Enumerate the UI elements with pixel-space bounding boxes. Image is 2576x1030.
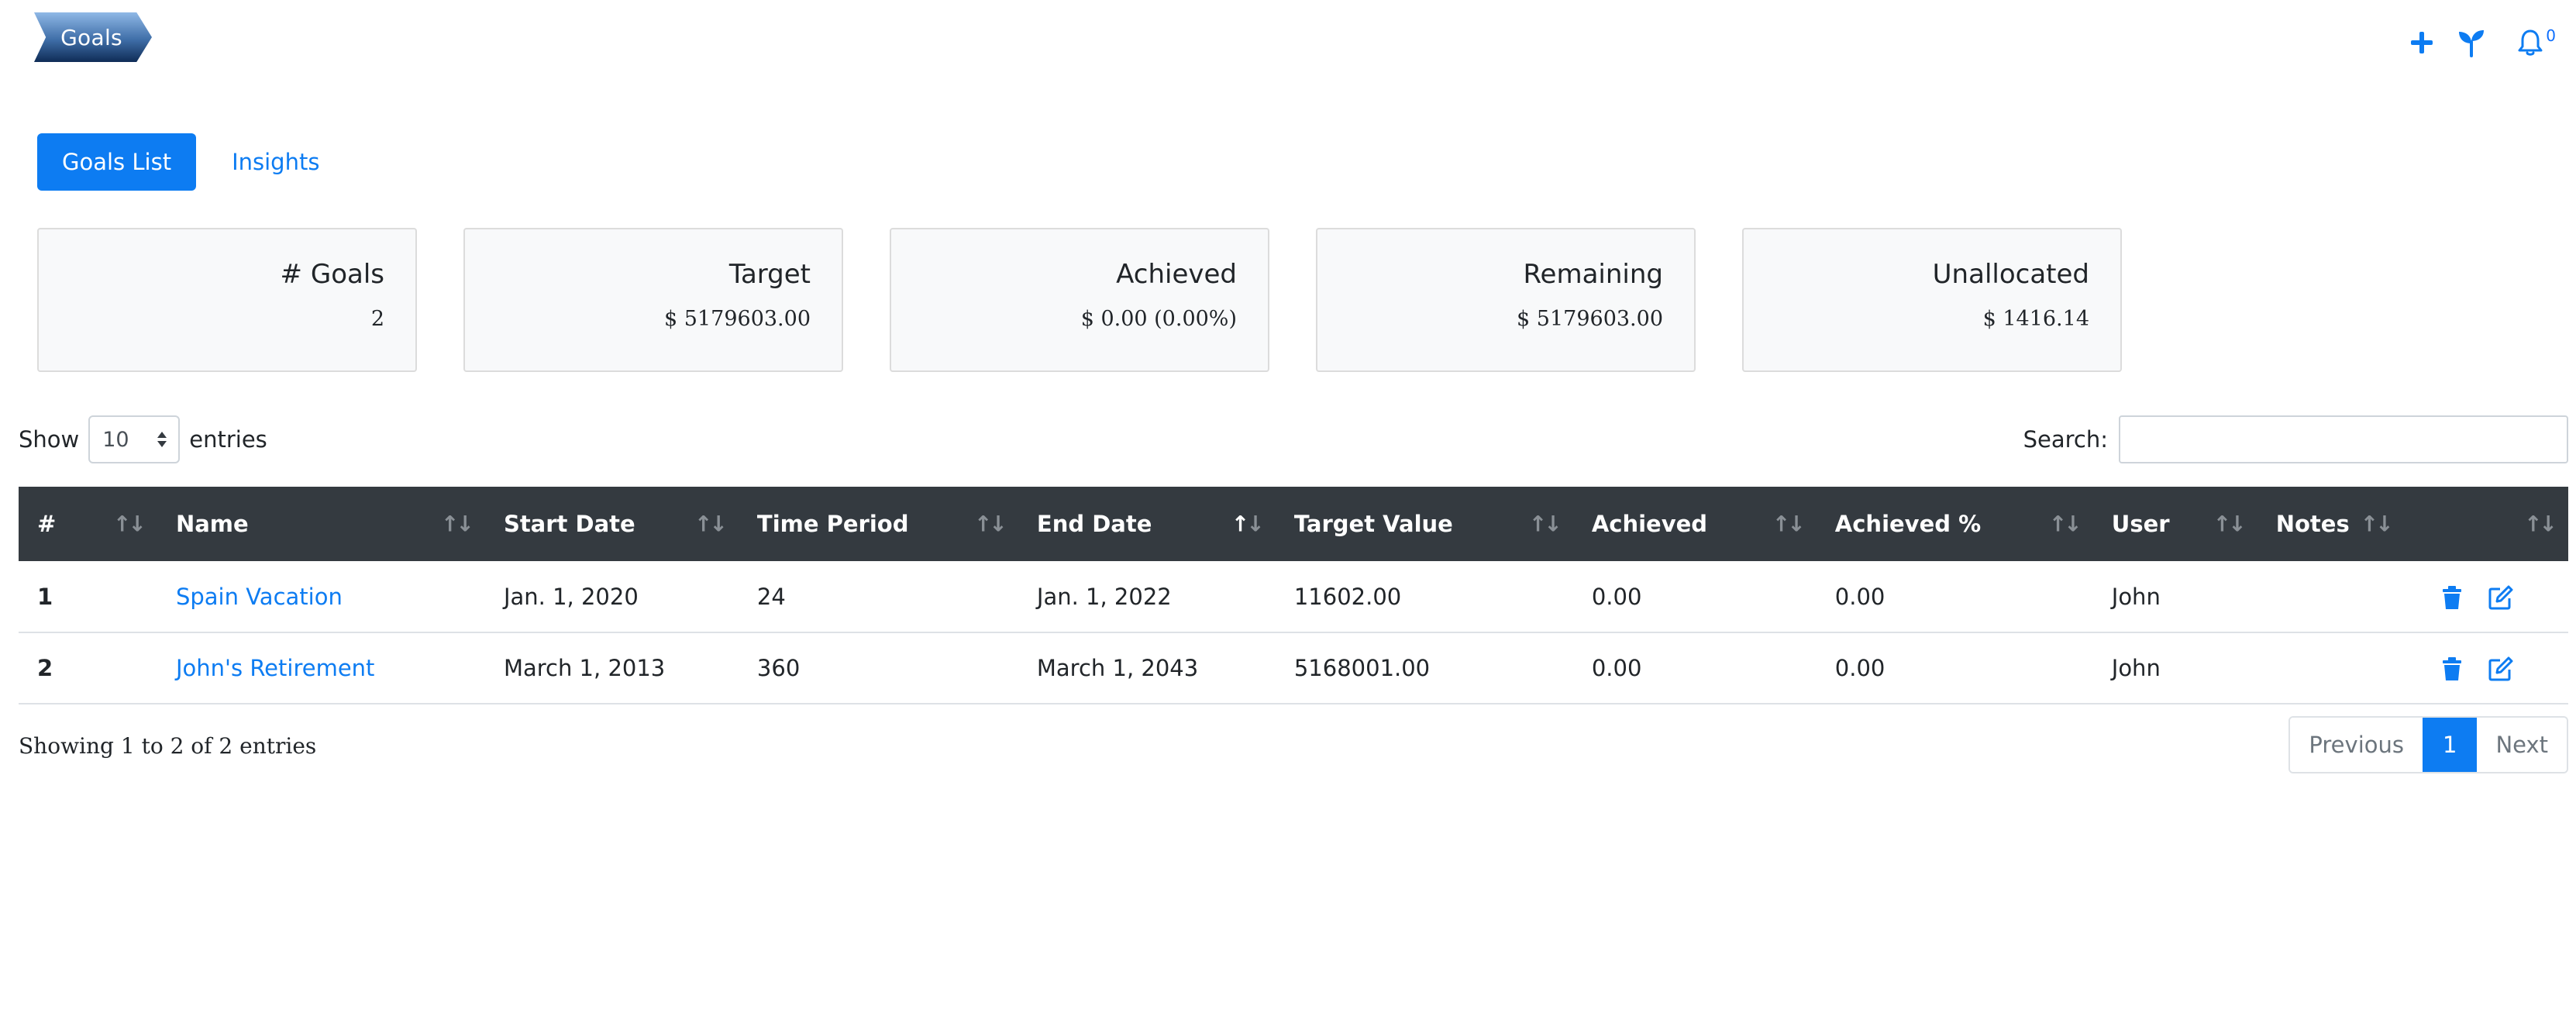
cell-actions bbox=[2405, 632, 2568, 704]
column-header-start-date[interactable]: Start Date ↑↓ bbox=[485, 487, 739, 561]
cell-achieved-pct: 0.00 bbox=[1834, 655, 1886, 681]
tab-insights[interactable]: Insights bbox=[207, 133, 344, 191]
sort-icon: ↑↓ bbox=[2048, 511, 2082, 537]
plus-icon[interactable] bbox=[2407, 28, 2437, 57]
cell-end-date: March 1, 2043 bbox=[1036, 655, 1199, 681]
show-label: Show bbox=[19, 426, 80, 453]
stat-card-target: Target $ 5179603.00 bbox=[463, 228, 843, 372]
sort-icon: ↑↓ bbox=[694, 511, 728, 537]
goals-table-wrapper: # ↑↓ Name ↑↓ Start Date ↑↓ Time Period ↑↓ En… bbox=[19, 487, 2568, 704]
stat-card-value: $ 1416.14 bbox=[1982, 307, 2089, 331]
cell-notes bbox=[2257, 632, 2405, 704]
page-title: Goals bbox=[34, 12, 152, 62]
table-info: Showing 1 to 2 of 2 entries bbox=[19, 733, 317, 759]
cell-name: John's Retirement bbox=[157, 632, 485, 704]
column-header-user[interactable]: User ↑↓ bbox=[2093, 487, 2257, 561]
header-actions: 0 bbox=[2407, 26, 2556, 57]
pagination: Previous 1 Next bbox=[2288, 716, 2568, 773]
next-page-button[interactable]: Next bbox=[2477, 718, 2567, 772]
stat-card-value: $ 5179603.00 bbox=[664, 307, 811, 331]
trash-icon[interactable] bbox=[2439, 656, 2465, 682]
page-length-control: Show 10 entries bbox=[19, 415, 267, 463]
page-button-current[interactable]: 1 bbox=[2422, 718, 2478, 772]
cell-target-value: 5168001.00 bbox=[1293, 655, 1431, 681]
column-header-time-period[interactable]: Time Period ↑↓ bbox=[739, 487, 1018, 561]
column-header-notes[interactable]: Notes ↑↓ bbox=[2257, 487, 2405, 561]
summary-cards: # Goals 2 Target $ 5179603.00 Achieved $… bbox=[37, 228, 2122, 372]
stat-card-achieved: Achieved $ 0.00 (0.00%) bbox=[890, 228, 1269, 372]
sort-icon: ↑↓ bbox=[2213, 511, 2247, 537]
goal-tabs: Goals List Insights bbox=[37, 133, 344, 191]
table-header-row: # ↑↓ Name ↑↓ Start Date ↑↓ Time Period ↑↓ En… bbox=[19, 487, 2568, 561]
cell-name: Spain Vacation bbox=[157, 561, 485, 632]
sort-icon: ↑↓ bbox=[973, 511, 1007, 537]
entries-label: entries bbox=[189, 426, 267, 453]
cell-start-date: Jan. 1, 2020 bbox=[503, 583, 639, 610]
edit-icon[interactable] bbox=[2488, 656, 2514, 682]
stat-card-title: Unallocated bbox=[1932, 259, 2089, 290]
stat-card-title: Achieved bbox=[1116, 259, 1237, 290]
notification-count: 0 bbox=[2546, 26, 2556, 45]
search-control: Search: bbox=[2023, 415, 2568, 463]
cell-start-date: March 1, 2013 bbox=[503, 655, 666, 681]
column-header-index[interactable]: # ↑↓ bbox=[19, 487, 157, 561]
search-label: Search: bbox=[2023, 426, 2108, 453]
cell-actions bbox=[2405, 561, 2568, 632]
stat-card-title: Target bbox=[728, 259, 811, 290]
table-row: 1 Spain Vacation Jan. 1, 2020 24 Jan. 1,… bbox=[19, 561, 2568, 632]
page-title-label: Goals bbox=[60, 24, 122, 50]
sort-icon: ↑↓ bbox=[113, 511, 146, 537]
cell-achieved: 0.00 bbox=[1591, 655, 1642, 681]
cell-index: 1 bbox=[37, 583, 53, 610]
stat-card-goals: # Goals 2 bbox=[37, 228, 417, 372]
sort-icon: ↑↓ bbox=[2360, 511, 2394, 537]
stat-card-value: 2 bbox=[370, 307, 384, 331]
stat-card-value: $ 5179603.00 bbox=[1517, 307, 1663, 331]
cell-user: John bbox=[2111, 655, 2161, 681]
table-row: 2 John's Retirement March 1, 2013 360 Ma… bbox=[19, 632, 2568, 704]
page-length-value: 10 bbox=[102, 427, 129, 452]
sort-icon: ↑↓ bbox=[1528, 511, 1562, 537]
cell-notes bbox=[2257, 561, 2405, 632]
sprout-icon[interactable] bbox=[2457, 28, 2486, 57]
stat-card-title: # Goals bbox=[280, 259, 384, 290]
goal-link[interactable]: John's Retirement bbox=[176, 655, 374, 681]
page-length-select[interactable]: 10 bbox=[88, 415, 181, 463]
sort-icon: ↑↓ bbox=[1772, 511, 1806, 537]
goals-table: # ↑↓ Name ↑↓ Start Date ↑↓ Time Period ↑↓ En… bbox=[19, 487, 2568, 704]
goal-link[interactable]: Spain Vacation bbox=[176, 584, 343, 610]
cell-index: 2 bbox=[37, 655, 53, 681]
select-arrows-icon bbox=[157, 432, 167, 447]
notifications-button[interactable]: 0 bbox=[2516, 26, 2556, 57]
column-header-target-value[interactable]: Target Value ↑↓ bbox=[1276, 487, 1573, 561]
column-header-achieved[interactable]: Achieved ↑↓ bbox=[1573, 487, 1817, 561]
sort-icon: ↑↓ bbox=[441, 511, 474, 537]
trash-icon[interactable] bbox=[2439, 584, 2465, 611]
cell-user: John bbox=[2111, 583, 2161, 610]
cell-time-period: 24 bbox=[756, 583, 786, 610]
stat-card-value: $ 0.00 (0.00%) bbox=[1080, 307, 1237, 331]
cell-target-value: 11602.00 bbox=[1293, 583, 1402, 610]
search-input[interactable] bbox=[2119, 415, 2568, 463]
stat-card-unallocated: Unallocated $ 1416.14 bbox=[1742, 228, 2122, 372]
tab-goals-list[interactable]: Goals List bbox=[37, 133, 197, 191]
column-header-name[interactable]: Name ↑↓ bbox=[157, 487, 485, 561]
column-header-end-date[interactable]: End Date ↑↓ bbox=[1018, 487, 1276, 561]
previous-page-button[interactable]: Previous bbox=[2290, 718, 2423, 772]
cell-achieved: 0.00 bbox=[1591, 583, 1642, 610]
sort-icon: ↑↓ bbox=[2524, 511, 2557, 537]
column-header-actions[interactable]: ↑↓ bbox=[2405, 487, 2568, 561]
sort-ascending-icon: ↑↓ bbox=[1231, 511, 1265, 537]
bell-icon bbox=[2518, 29, 2543, 56]
column-header-achieved-pct[interactable]: Achieved % ↑↓ bbox=[1817, 487, 2093, 561]
cell-achieved-pct: 0.00 bbox=[1834, 583, 1886, 610]
cell-time-period: 360 bbox=[756, 655, 801, 681]
stat-card-title: Remaining bbox=[1523, 259, 1663, 290]
cell-end-date: Jan. 1, 2022 bbox=[1036, 583, 1172, 610]
edit-icon[interactable] bbox=[2488, 584, 2514, 611]
stat-card-remaining: Remaining $ 5179603.00 bbox=[1316, 228, 1696, 372]
